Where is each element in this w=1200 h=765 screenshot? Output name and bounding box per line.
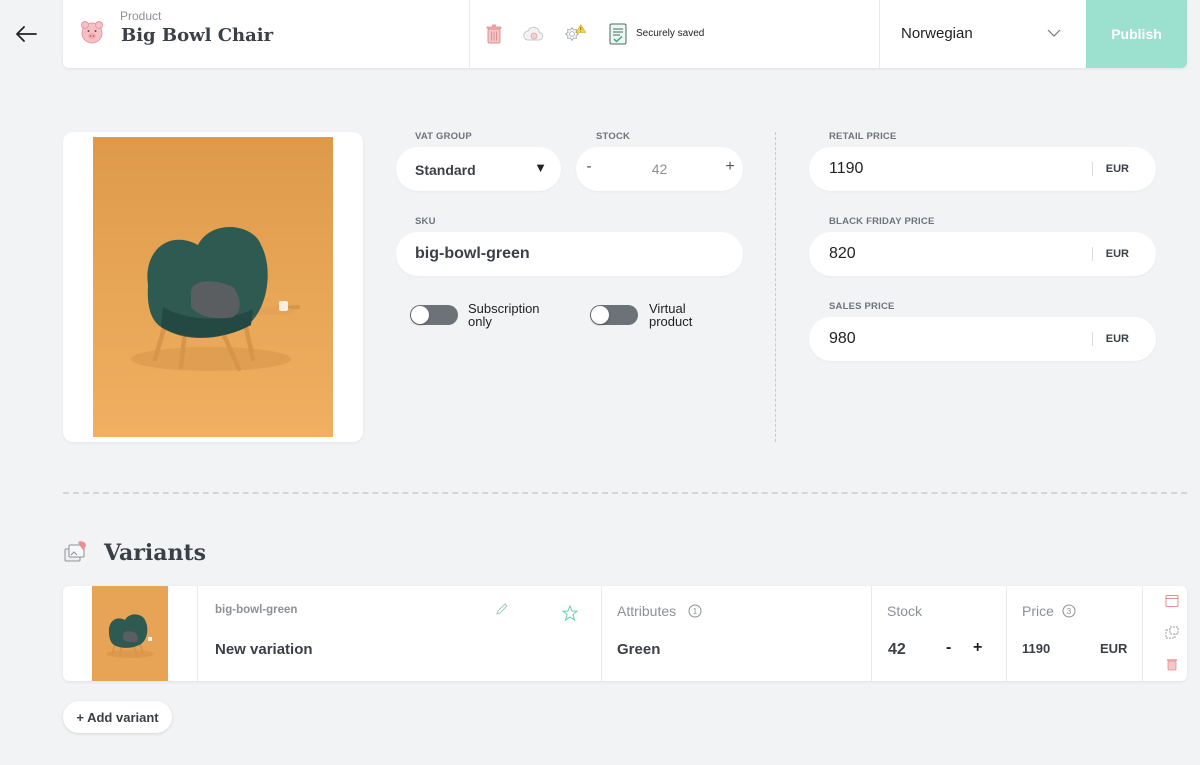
- publish-button[interactable]: Publish: [1086, 0, 1187, 68]
- duplicate-icon[interactable]: [1165, 626, 1179, 640]
- sales-price-label: SALES PRICE: [829, 301, 895, 312]
- toggle-knob: [411, 306, 429, 324]
- price-header: Price: [1022, 603, 1054, 619]
- sales-price-currency: EUR: [1105, 333, 1129, 345]
- stock-value[interactable]: 42: [576, 161, 743, 177]
- variant-stock-increment-button[interactable]: +: [973, 639, 982, 657]
- black-friday-price-input[interactable]: 820 EUR: [809, 232, 1156, 276]
- divider: [1092, 247, 1093, 261]
- variants-heading: Variants: [104, 540, 207, 566]
- language-value: Norwegian: [901, 25, 973, 42]
- language-select[interactable]: Norwegian: [880, 0, 1086, 68]
- retail-price-value: 1190: [829, 160, 864, 177]
- variant-stock-cell: Stock 42 - +: [872, 586, 1007, 681]
- black-friday-price-label: BLACK FRIDAY PRICE: [829, 216, 935, 227]
- virtual-product-label: Virtual product: [649, 301, 693, 329]
- column-divider: [775, 132, 776, 442]
- stock-increment-button[interactable]: +: [722, 158, 738, 176]
- retail-price-input[interactable]: 1190 EUR: [809, 147, 1156, 191]
- attributes-header: Attributes: [617, 603, 677, 619]
- retail-price-label: RETAIL PRICE: [829, 131, 897, 142]
- stock-stepper: - 42 +: [576, 147, 743, 191]
- retail-price-currency: EUR: [1105, 163, 1129, 175]
- variant-price-cell[interactable]: Price 3 1190 EUR: [1007, 586, 1143, 681]
- variant-sku: big-bowl-green: [215, 604, 298, 616]
- section-divider: [63, 492, 1187, 494]
- variants-icon: [64, 541, 86, 562]
- variant-attributes-cell[interactable]: Attributes 1 Green: [602, 586, 872, 681]
- product-label: Product: [120, 9, 162, 23]
- back-arrow-icon[interactable]: [12, 20, 40, 48]
- black-friday-price-value: 820: [829, 245, 856, 262]
- variant-stock-decrement-button[interactable]: -: [946, 639, 951, 657]
- variant-price-currency: EUR: [1100, 641, 1128, 656]
- window-icon[interactable]: [1165, 594, 1179, 608]
- sku-label: SKU: [415, 216, 436, 227]
- virtual-product-toggle[interactable]: [590, 305, 638, 325]
- document-check-icon: [609, 23, 627, 45]
- sku-input[interactable]: big-bowl-green: [396, 232, 743, 276]
- sku-value: big-bowl-green: [415, 245, 530, 262]
- stock-label: STOCK: [596, 131, 631, 142]
- vat-group-label: VAT GROUP: [415, 131, 472, 142]
- settings-warning-icon[interactable]: [564, 22, 588, 46]
- info-badge-icon: 3: [1062, 604, 1076, 618]
- sales-price-value: 980: [829, 330, 856, 347]
- attribute-value: Green: [617, 641, 661, 658]
- info-badge-icon: 1: [688, 604, 702, 618]
- divider: [1092, 332, 1093, 346]
- trash-icon[interactable]: [482, 22, 506, 46]
- toolbar-actions: Securely saved: [470, 0, 880, 68]
- delete-icon[interactable]: [1165, 657, 1179, 671]
- subscription-only-label: Subscription only: [468, 301, 540, 329]
- cloud-upload-icon[interactable]: [522, 22, 546, 46]
- variant-stock-value[interactable]: 42: [888, 641, 906, 659]
- stock-header: Stock: [887, 603, 923, 619]
- vat-group-value: Standard: [415, 162, 476, 178]
- black-friday-price-currency: EUR: [1105, 248, 1129, 260]
- variant-name[interactable]: New variation: [215, 641, 313, 658]
- star-icon[interactable]: [562, 605, 578, 621]
- sales-price-input[interactable]: 980 EUR: [809, 317, 1156, 361]
- product-image-card[interactable]: [63, 132, 363, 442]
- variant-name-cell: big-bowl-green New variation: [198, 586, 602, 681]
- dropdown-arrow-icon: ▼: [534, 160, 547, 175]
- product-photo: [93, 137, 333, 437]
- pencil-icon[interactable]: [495, 602, 509, 616]
- toggle-knob: [591, 306, 609, 324]
- divider: [1092, 162, 1093, 176]
- svg-text:1: 1: [693, 607, 698, 616]
- chevron-down-icon: [1047, 29, 1061, 37]
- svg-text:3: 3: [1067, 607, 1072, 616]
- variant-row: big-bowl-green New variation Attributes …: [63, 586, 1187, 681]
- product-name: Big Bowl Chair: [121, 25, 274, 46]
- variant-price-value: 1190: [1022, 641, 1051, 656]
- pig-logo-icon: [81, 21, 103, 44]
- add-variant-button[interactable]: + Add variant: [63, 701, 172, 733]
- subscription-only-toggle[interactable]: [410, 305, 458, 325]
- variant-image-cell[interactable]: [63, 586, 198, 681]
- save-status-text: Securely saved: [636, 28, 705, 39]
- variant-thumbnail: [92, 586, 168, 681]
- vat-group-select[interactable]: Standard ▼: [396, 147, 561, 191]
- top-toolbar: Product Big Bowl Chair Securely saved No…: [63, 0, 1187, 68]
- product-title-section: Product Big Bowl Chair: [63, 0, 470, 68]
